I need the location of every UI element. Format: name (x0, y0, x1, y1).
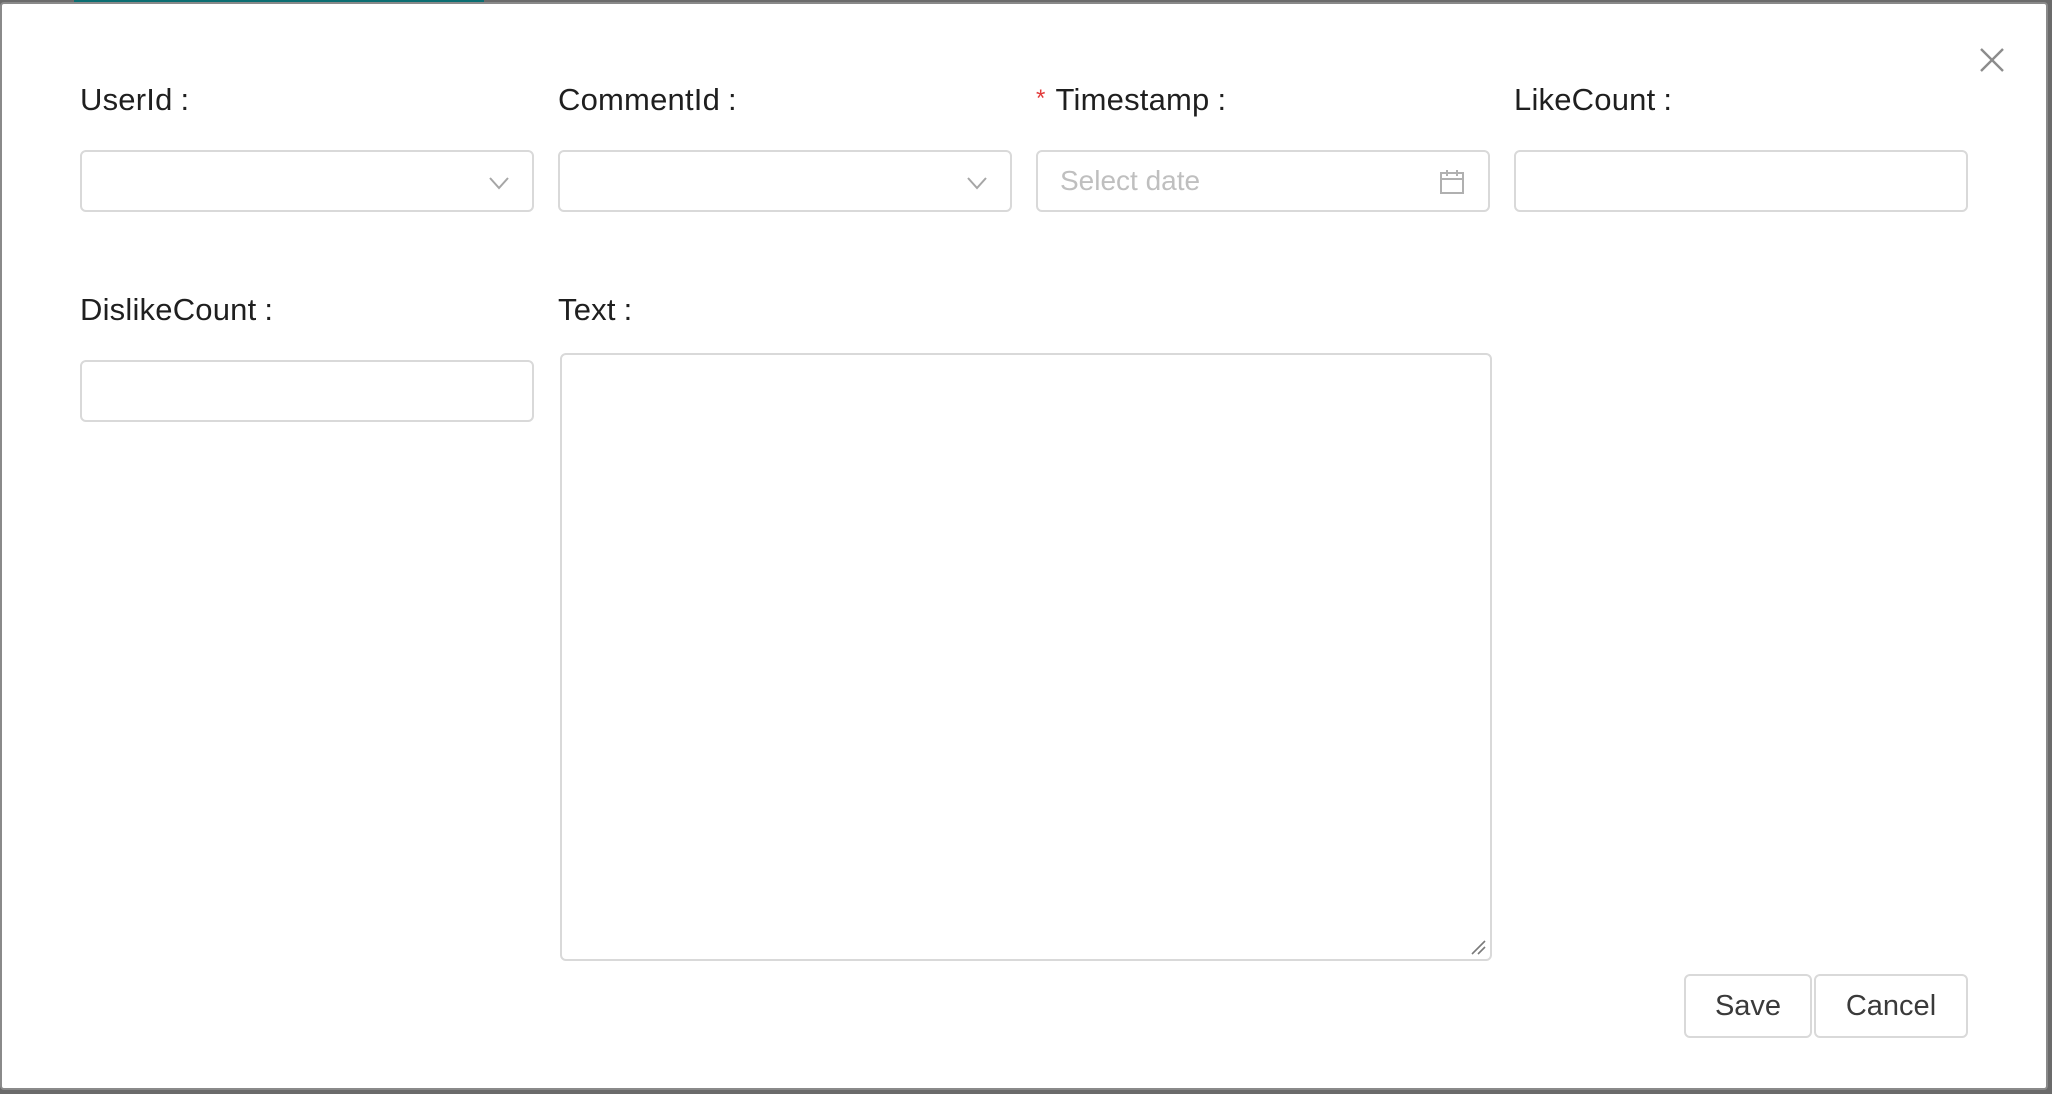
chevron-down-icon (967, 177, 987, 190)
timestamp-input[interactable] (1038, 152, 1488, 210)
calendar-icon (1440, 170, 1464, 194)
likecount-label: LikeCount: (1514, 82, 1673, 117)
commentid-label: CommentId: (558, 82, 737, 117)
likecount-input[interactable] (1516, 152, 1966, 210)
dislikecount-label: DislikeCount: (80, 292, 274, 327)
chevron-down-icon (489, 177, 509, 190)
text-label: Text: (558, 292, 633, 327)
save-button[interactable]: Save (1684, 974, 1812, 1038)
commentid-select[interactable] (558, 150, 1012, 212)
userid-select[interactable] (80, 150, 534, 212)
timestamp-datepicker[interactable] (1036, 150, 1490, 212)
close-button[interactable] (1972, 40, 2012, 80)
text-textarea[interactable] (562, 355, 1490, 959)
close-icon (1980, 48, 2004, 72)
cancel-button[interactable]: Cancel (1814, 974, 1968, 1038)
edit-comment-dialog: UserId: CommentId: * Timestamp: LikeCount… (0, 2, 2048, 1090)
resize-handle-icon[interactable] (1470, 939, 1486, 955)
dislikecount-input[interactable] (82, 362, 532, 420)
text-field[interactable] (560, 353, 1492, 961)
userid-label: UserId: (80, 82, 190, 117)
required-indicator: * (1036, 85, 1046, 112)
likecount-field[interactable] (1514, 150, 1968, 212)
dislikecount-field[interactable] (80, 360, 534, 422)
timestamp-label: * Timestamp: (1036, 82, 1227, 117)
